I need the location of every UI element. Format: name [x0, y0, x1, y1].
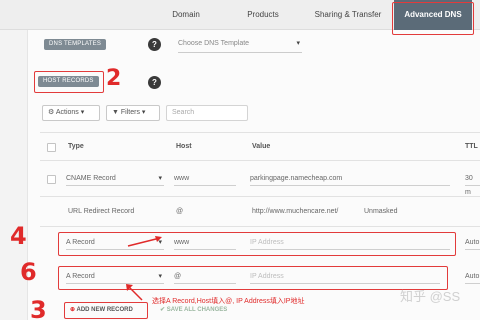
chevron-down-icon: ▾	[158, 273, 162, 280]
annotation-arrow	[126, 284, 143, 301]
save-all-changes-button[interactable]: ✔ SAVE ALL CHANGES	[160, 306, 227, 313]
filter-icon: ▼	[112, 109, 119, 116]
redirect-url: http://www.muchencare.net/	[252, 208, 339, 215]
row-checkbox[interactable]	[47, 175, 56, 184]
record-type-value: CNAME Record	[66, 175, 116, 182]
actions-label: Actions	[55, 109, 79, 116]
tab-domain[interactable]: Domain	[150, 0, 222, 30]
chevron-down-icon: ▾	[80, 109, 85, 116]
ip-address-field[interactable]: IP Address	[250, 236, 450, 250]
search-input[interactable]: Search	[166, 105, 248, 121]
value-field[interactable]: parkingpage.namecheap.com	[250, 172, 450, 186]
chevron-down-icon: ▾	[296, 40, 300, 47]
add-new-record-button[interactable]: ⊕ ADD NEW RECORD	[70, 306, 133, 313]
select-all-checkbox[interactable]	[47, 143, 56, 152]
host-field[interactable]: www	[174, 236, 236, 250]
dns-template-select[interactable]: Choose DNS Template ▾	[178, 35, 302, 53]
record-type-value: A Record	[66, 273, 95, 280]
record-type-value: URL Redirect Record	[68, 208, 135, 215]
host-field[interactable]: www	[174, 172, 236, 186]
column-header-ttl: TTL	[465, 143, 478, 150]
check-icon: ✔	[160, 307, 166, 313]
filters-label: Filters	[120, 109, 140, 116]
annotation-box-advanced-dns	[392, 2, 474, 35]
add-new-record-label: ADD NEW RECORD	[76, 307, 133, 313]
host-field[interactable]: @	[174, 270, 236, 284]
redirect-mode: Unmasked	[364, 208, 398, 215]
annotation-box-host-records	[34, 71, 104, 93]
record-type-select[interactable]: A Record ▾	[66, 270, 164, 284]
record-type-select[interactable]: CNAME Record ▾	[66, 172, 164, 186]
gear-icon: ⚙	[48, 109, 55, 116]
table-divider	[40, 160, 480, 161]
annotation-number-6: 6	[20, 258, 37, 286]
annotation-note: 选择A Record,Host填入@, IP Address填入IP地址	[152, 298, 305, 305]
table-divider	[40, 132, 480, 133]
chevron-down-icon: ▾	[141, 109, 146, 116]
watermark: 知乎 @SS	[400, 289, 461, 304]
help-icon[interactable]: ?	[148, 38, 161, 51]
column-header-value: Value	[252, 143, 271, 150]
help-icon[interactable]: ?	[148, 76, 161, 89]
column-header-host: Host	[176, 143, 192, 150]
ttl-field[interactable]: Auto	[465, 236, 480, 250]
plus-icon: ⊕	[70, 307, 76, 313]
column-header-type: Type	[68, 143, 84, 150]
record-type-value: A Record	[66, 239, 95, 246]
save-all-changes-label: SAVE ALL CHANGES	[166, 307, 228, 313]
annotation-number-2: 2	[106, 66, 122, 91]
annotation-arrow	[127, 236, 162, 247]
table-divider	[40, 226, 480, 227]
ttl-field[interactable]: Auto	[465, 270, 480, 284]
filters-button[interactable]: ▼ Filters ▾	[106, 105, 160, 121]
dns-templates-label: DNS TEMPLATES	[44, 39, 107, 50]
table-divider	[40, 196, 480, 197]
tab-sharing-transfer[interactable]: Sharing & Transfer	[304, 0, 392, 30]
annotation-number-3: 3	[30, 296, 47, 320]
dns-template-select-value: Choose DNS Template	[178, 40, 250, 47]
annotation-number-4: 4	[10, 222, 27, 250]
actions-button[interactable]: ⚙ Actions ▾	[42, 105, 100, 121]
ip-address-field[interactable]: IP Address	[250, 270, 440, 284]
ttl-field[interactable]: 30 m	[465, 172, 480, 196]
host-value: @	[176, 208, 184, 215]
tab-products[interactable]: Products	[224, 0, 302, 30]
chevron-down-icon: ▾	[158, 175, 162, 182]
